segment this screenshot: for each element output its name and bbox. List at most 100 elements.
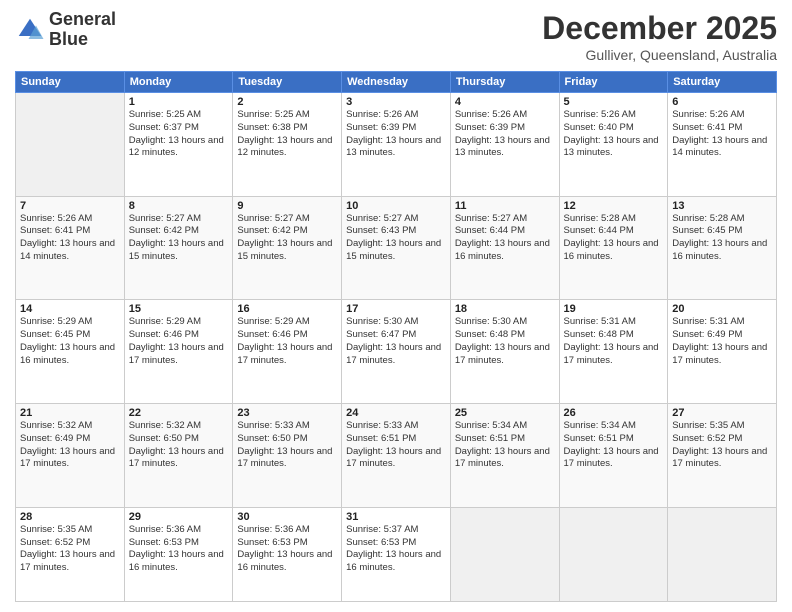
day-info: Sunrise: 5:35 AM Sunset: 6:52 PM Dayligh… bbox=[20, 524, 120, 575]
day-info: Sunrise: 5:29 AM Sunset: 6:46 PM Dayligh… bbox=[237, 316, 337, 367]
day-info: Sunrise: 5:27 AM Sunset: 6:42 PM Dayligh… bbox=[237, 213, 337, 264]
day-number: 25 bbox=[455, 407, 555, 419]
day-number: 31 bbox=[346, 511, 446, 523]
day-cell: 26Sunrise: 5:34 AM Sunset: 6:51 PM Dayli… bbox=[559, 404, 668, 508]
day-info: Sunrise: 5:29 AM Sunset: 6:45 PM Dayligh… bbox=[20, 316, 120, 367]
day-cell: 31Sunrise: 5:37 AM Sunset: 6:53 PM Dayli… bbox=[342, 507, 451, 601]
day-info: Sunrise: 5:29 AM Sunset: 6:46 PM Dayligh… bbox=[129, 316, 229, 367]
day-number: 22 bbox=[129, 407, 229, 419]
day-number: 24 bbox=[346, 407, 446, 419]
logo-line2: Blue bbox=[49, 30, 116, 50]
header-cell-monday: Monday bbox=[124, 72, 233, 93]
day-number: 11 bbox=[455, 200, 555, 212]
day-number: 12 bbox=[564, 200, 664, 212]
header: General Blue December 2025 Gulliver, Que… bbox=[15, 10, 777, 63]
day-number: 7 bbox=[20, 200, 120, 212]
calendar-header: SundayMondayTuesdayWednesdayThursdayFrid… bbox=[16, 72, 777, 93]
day-cell: 21Sunrise: 5:32 AM Sunset: 6:49 PM Dayli… bbox=[16, 404, 125, 508]
day-cell: 13Sunrise: 5:28 AM Sunset: 6:45 PM Dayli… bbox=[668, 196, 777, 300]
day-cell: 29Sunrise: 5:36 AM Sunset: 6:53 PM Dayli… bbox=[124, 507, 233, 601]
week-row-3: 21Sunrise: 5:32 AM Sunset: 6:49 PM Dayli… bbox=[16, 404, 777, 508]
day-cell: 30Sunrise: 5:36 AM Sunset: 6:53 PM Dayli… bbox=[233, 507, 342, 601]
header-cell-saturday: Saturday bbox=[668, 72, 777, 93]
day-info: Sunrise: 5:31 AM Sunset: 6:48 PM Dayligh… bbox=[564, 316, 664, 367]
day-number: 30 bbox=[237, 511, 337, 523]
week-row-1: 7Sunrise: 5:26 AM Sunset: 6:41 PM Daylig… bbox=[16, 196, 777, 300]
day-number: 5 bbox=[564, 96, 664, 108]
day-info: Sunrise: 5:26 AM Sunset: 6:41 PM Dayligh… bbox=[672, 109, 772, 160]
day-cell: 16Sunrise: 5:29 AM Sunset: 6:46 PM Dayli… bbox=[233, 300, 342, 404]
page: General Blue December 2025 Gulliver, Que… bbox=[0, 0, 792, 612]
header-cell-friday: Friday bbox=[559, 72, 668, 93]
calendar-body: 1Sunrise: 5:25 AM Sunset: 6:37 PM Daylig… bbox=[16, 93, 777, 602]
day-number: 29 bbox=[129, 511, 229, 523]
day-info: Sunrise: 5:32 AM Sunset: 6:49 PM Dayligh… bbox=[20, 420, 120, 471]
header-cell-tuesday: Tuesday bbox=[233, 72, 342, 93]
day-info: Sunrise: 5:26 AM Sunset: 6:40 PM Dayligh… bbox=[564, 109, 664, 160]
day-cell: 12Sunrise: 5:28 AM Sunset: 6:44 PM Dayli… bbox=[559, 196, 668, 300]
day-number: 19 bbox=[564, 303, 664, 315]
day-cell bbox=[559, 507, 668, 601]
day-info: Sunrise: 5:30 AM Sunset: 6:48 PM Dayligh… bbox=[455, 316, 555, 367]
title-block: December 2025 Gulliver, Queensland, Aust… bbox=[542, 10, 777, 63]
day-cell: 4Sunrise: 5:26 AM Sunset: 6:39 PM Daylig… bbox=[450, 93, 559, 197]
day-info: Sunrise: 5:36 AM Sunset: 6:53 PM Dayligh… bbox=[237, 524, 337, 575]
day-number: 21 bbox=[20, 407, 120, 419]
day-number: 4 bbox=[455, 96, 555, 108]
day-info: Sunrise: 5:35 AM Sunset: 6:52 PM Dayligh… bbox=[672, 420, 772, 471]
day-number: 27 bbox=[672, 407, 772, 419]
logo-line1: General bbox=[49, 10, 116, 30]
day-info: Sunrise: 5:37 AM Sunset: 6:53 PM Dayligh… bbox=[346, 524, 446, 575]
header-cell-thursday: Thursday bbox=[450, 72, 559, 93]
day-number: 9 bbox=[237, 200, 337, 212]
logo-icon bbox=[15, 15, 45, 45]
day-cell: 6Sunrise: 5:26 AM Sunset: 6:41 PM Daylig… bbox=[668, 93, 777, 197]
day-info: Sunrise: 5:26 AM Sunset: 6:39 PM Dayligh… bbox=[455, 109, 555, 160]
week-row-4: 28Sunrise: 5:35 AM Sunset: 6:52 PM Dayli… bbox=[16, 507, 777, 601]
day-number: 8 bbox=[129, 200, 229, 212]
day-info: Sunrise: 5:33 AM Sunset: 6:51 PM Dayligh… bbox=[346, 420, 446, 471]
day-cell: 20Sunrise: 5:31 AM Sunset: 6:49 PM Dayli… bbox=[668, 300, 777, 404]
day-info: Sunrise: 5:31 AM Sunset: 6:49 PM Dayligh… bbox=[672, 316, 772, 367]
day-cell: 19Sunrise: 5:31 AM Sunset: 6:48 PM Dayli… bbox=[559, 300, 668, 404]
day-cell: 1Sunrise: 5:25 AM Sunset: 6:37 PM Daylig… bbox=[124, 93, 233, 197]
day-number: 26 bbox=[564, 407, 664, 419]
day-info: Sunrise: 5:27 AM Sunset: 6:42 PM Dayligh… bbox=[129, 213, 229, 264]
day-number: 2 bbox=[237, 96, 337, 108]
day-info: Sunrise: 5:25 AM Sunset: 6:37 PM Dayligh… bbox=[129, 109, 229, 160]
day-info: Sunrise: 5:33 AM Sunset: 6:50 PM Dayligh… bbox=[237, 420, 337, 471]
day-number: 23 bbox=[237, 407, 337, 419]
day-cell: 9Sunrise: 5:27 AM Sunset: 6:42 PM Daylig… bbox=[233, 196, 342, 300]
header-cell-sunday: Sunday bbox=[16, 72, 125, 93]
day-number: 16 bbox=[237, 303, 337, 315]
day-number: 28 bbox=[20, 511, 120, 523]
day-cell: 3Sunrise: 5:26 AM Sunset: 6:39 PM Daylig… bbox=[342, 93, 451, 197]
week-row-0: 1Sunrise: 5:25 AM Sunset: 6:37 PM Daylig… bbox=[16, 93, 777, 197]
day-info: Sunrise: 5:28 AM Sunset: 6:45 PM Dayligh… bbox=[672, 213, 772, 264]
day-info: Sunrise: 5:27 AM Sunset: 6:43 PM Dayligh… bbox=[346, 213, 446, 264]
logo: General Blue bbox=[15, 10, 116, 50]
day-number: 18 bbox=[455, 303, 555, 315]
header-row: SundayMondayTuesdayWednesdayThursdayFrid… bbox=[16, 72, 777, 93]
day-cell: 27Sunrise: 5:35 AM Sunset: 6:52 PM Dayli… bbox=[668, 404, 777, 508]
day-info: Sunrise: 5:27 AM Sunset: 6:44 PM Dayligh… bbox=[455, 213, 555, 264]
day-info: Sunrise: 5:34 AM Sunset: 6:51 PM Dayligh… bbox=[455, 420, 555, 471]
day-info: Sunrise: 5:32 AM Sunset: 6:50 PM Dayligh… bbox=[129, 420, 229, 471]
day-cell bbox=[668, 507, 777, 601]
day-cell: 14Sunrise: 5:29 AM Sunset: 6:45 PM Dayli… bbox=[16, 300, 125, 404]
day-cell: 22Sunrise: 5:32 AM Sunset: 6:50 PM Dayli… bbox=[124, 404, 233, 508]
day-number: 1 bbox=[129, 96, 229, 108]
day-info: Sunrise: 5:26 AM Sunset: 6:39 PM Dayligh… bbox=[346, 109, 446, 160]
day-info: Sunrise: 5:30 AM Sunset: 6:47 PM Dayligh… bbox=[346, 316, 446, 367]
day-number: 13 bbox=[672, 200, 772, 212]
header-cell-wednesday: Wednesday bbox=[342, 72, 451, 93]
day-cell: 24Sunrise: 5:33 AM Sunset: 6:51 PM Dayli… bbox=[342, 404, 451, 508]
day-cell: 10Sunrise: 5:27 AM Sunset: 6:43 PM Dayli… bbox=[342, 196, 451, 300]
week-row-2: 14Sunrise: 5:29 AM Sunset: 6:45 PM Dayli… bbox=[16, 300, 777, 404]
day-number: 15 bbox=[129, 303, 229, 315]
month-title: December 2025 bbox=[542, 10, 777, 47]
day-cell: 2Sunrise: 5:25 AM Sunset: 6:38 PM Daylig… bbox=[233, 93, 342, 197]
day-cell: 23Sunrise: 5:33 AM Sunset: 6:50 PM Dayli… bbox=[233, 404, 342, 508]
day-cell: 8Sunrise: 5:27 AM Sunset: 6:42 PM Daylig… bbox=[124, 196, 233, 300]
day-cell: 17Sunrise: 5:30 AM Sunset: 6:47 PM Dayli… bbox=[342, 300, 451, 404]
